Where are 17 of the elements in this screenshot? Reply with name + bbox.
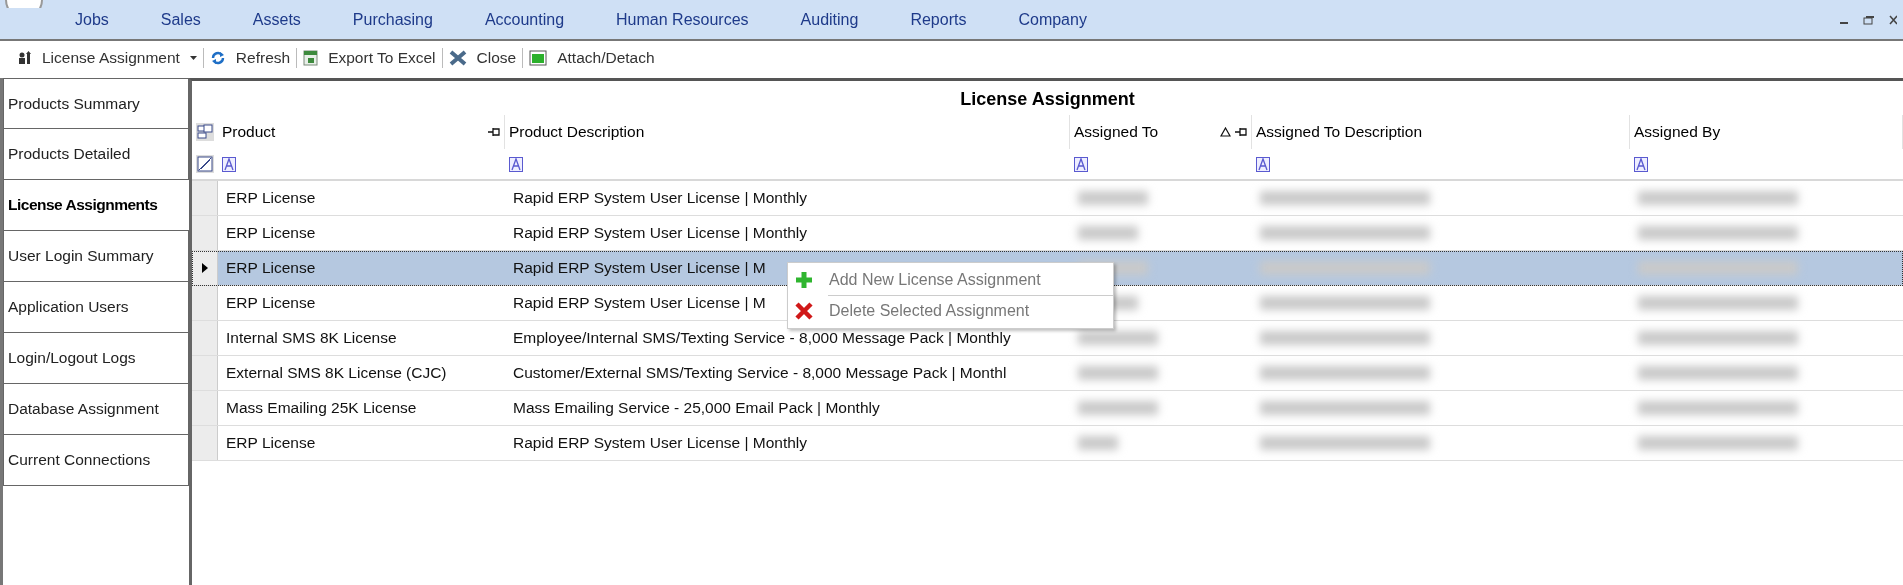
- table-cell: ERP License: [226, 259, 316, 277]
- table-cell: Rapid ERP System User License | M: [513, 294, 766, 312]
- table-cell: Rapid ERP System User License | Monthly: [513, 189, 808, 207]
- table-cell: Rapid ERP System User License | Monthly: [513, 434, 808, 452]
- table-cell: ERP License: [226, 434, 316, 452]
- table-cell: ERP License: [226, 189, 316, 207]
- table-cell: ERP License: [226, 294, 316, 312]
- table-cell: Employee/Internal SMS/Texting Service - 8,000 Message Pack | Monthly: [513, 329, 1011, 347]
- table-cell: Rapid ERP System User License | Monthly: [513, 224, 808, 242]
- table-cell: Rapid ERP System User License | M: [513, 259, 766, 277]
- table-cell: Customer/External SMS/Texting Service - 8,000 Message Pack | Monthl: [513, 364, 1007, 382]
- table-cell: Mass Emailing Service - 25,000 Email Pack | Monthly: [513, 399, 880, 417]
- grid-title: License Assignment: [959, 88, 1136, 111]
- table-cell: Mass Emailing 25K License: [226, 399, 417, 417]
- table-cell: Internal SMS 8K License: [226, 329, 397, 347]
- table-cell: ERP License: [226, 224, 316, 242]
- table-cell: External SMS 8K License (CJC): [226, 364, 447, 382]
